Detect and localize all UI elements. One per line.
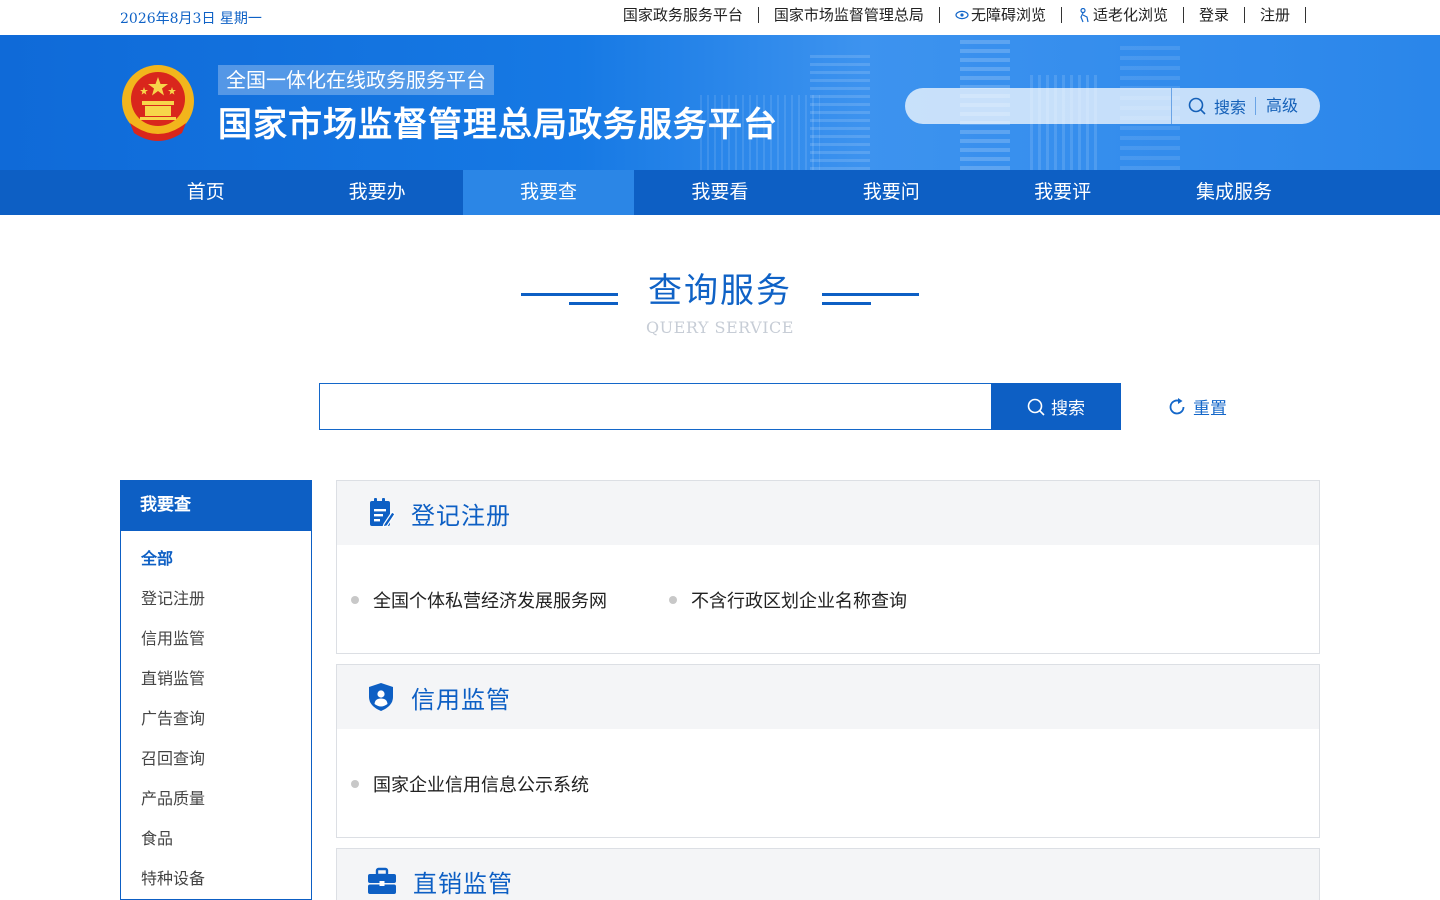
platform-subtitle: 全国一体化在线政务服务平台	[218, 65, 494, 95]
search-icon	[1188, 97, 1206, 115]
category-sidebar: 我要查 全部 登记注册 信用监管 直销监管 广告查询 召回查询 产品质量 食品 …	[120, 480, 312, 900]
link-label: 国家企业信用信息公示系统	[373, 775, 589, 796]
bullet-dot	[351, 596, 359, 604]
top-bar: 2026年8月3日 星期一 国家政务服务平台 国家市场监督管理总局 无障碍浏览 …	[0, 0, 1440, 35]
current-date: 2026年8月3日 星期一	[120, 11, 262, 27]
refresh-icon	[1169, 397, 1185, 414]
card-header: 登记注册	[337, 481, 1319, 545]
category-card-direct-selling: 直销监管	[336, 848, 1320, 900]
advanced-search-link[interactable]: 高级	[1255, 97, 1298, 115]
elderly-icon	[1080, 7, 1089, 22]
query-search-button[interactable]: 搜索	[991, 383, 1121, 430]
sidebar-item-product-quality[interactable]: 产品质量	[121, 779, 311, 819]
nav-view[interactable]: 我要看	[634, 170, 805, 215]
sidebar-item-credit[interactable]: 信用监管	[121, 619, 311, 659]
header-search-bar: 搜索 高级	[905, 88, 1320, 124]
card-header: 信用监管	[337, 665, 1319, 729]
link-samr[interactable]: 国家市场监督管理总局	[759, 7, 940, 23]
reset-label: 重置	[1193, 399, 1227, 419]
sidebar-title: 我要查	[120, 480, 312, 531]
sidebar-item-special-equipment[interactable]: 特种设备	[121, 859, 311, 899]
header-search-label: 搜索	[1214, 98, 1247, 117]
query-search-bar: 搜索	[319, 383, 1121, 430]
sidebar-item-advertising[interactable]: 广告查询	[121, 699, 311, 739]
bullet-dot	[351, 780, 359, 788]
card-title: 信用监管	[411, 685, 511, 714]
section-title: 查询服务	[648, 271, 792, 311]
sidebar-item-all[interactable]: 全部	[121, 539, 311, 579]
banner-decoration	[810, 55, 870, 170]
card-links: 国家企业信用信息公示系统	[337, 729, 1319, 797]
link-label: 全国个体私营经济发展服务网	[373, 591, 607, 612]
sidebar-item-food[interactable]: 食品	[121, 819, 311, 859]
card-title: 直销监管	[413, 869, 513, 898]
category-card-registration: 登记注册 全国个体私营经济发展服务网 不含行政区划企业名称查询	[336, 480, 1320, 654]
card-title: 登记注册	[411, 501, 511, 530]
card-links: 全国个体私营经济发展服务网 不含行政区划企业名称查询	[337, 545, 1319, 613]
query-search-input[interactable]	[319, 383, 991, 430]
sidebar-item-registration[interactable]: 登记注册	[121, 579, 311, 619]
login-link[interactable]: 登录	[1184, 7, 1245, 23]
platform-title: 国家市场监督管理总局政务服务平台	[218, 105, 778, 145]
registration-icon	[370, 498, 395, 528]
reset-button[interactable]: 重置	[1167, 394, 1227, 419]
link-national-gov-platform[interactable]: 国家政务服务平台	[623, 7, 759, 23]
search-divider	[1171, 88, 1172, 124]
card-header: 直销监管	[337, 849, 1319, 900]
link-private-economy-service[interactable]: 全国个体私营经济发展服务网	[351, 587, 607, 613]
nav-home[interactable]: 首页	[120, 170, 291, 215]
search-icon	[1027, 398, 1045, 416]
query-search-label: 搜索	[1051, 399, 1085, 419]
eye-icon	[955, 10, 969, 20]
link-enterprise-credit-system[interactable]: 国家企业信用信息公示系统	[351, 771, 589, 797]
accessibility-label: 无障碍浏览	[970, 6, 1046, 24]
nav-evaluate[interactable]: 我要评	[977, 170, 1148, 215]
link-enterprise-name-query[interactable]: 不含行政区划企业名称查询	[669, 587, 907, 613]
briefcase-icon	[368, 867, 396, 894]
register-link[interactable]: 注册	[1245, 7, 1306, 23]
link-elderly-mode[interactable]: 适老化浏览	[1062, 7, 1184, 23]
nav-integrated-services[interactable]: 集成服务	[1148, 170, 1319, 215]
elderly-label: 适老化浏览	[1092, 6, 1168, 24]
sidebar-item-recall[interactable]: 召回查询	[121, 739, 311, 779]
section-subtitle: QUERY SERVICE	[646, 318, 794, 337]
credit-shield-icon	[369, 683, 393, 711]
bullet-dot	[669, 596, 677, 604]
national-emblem-icon	[122, 65, 194, 141]
category-card-credit: 信用监管 国家企业信用信息公示系统	[336, 664, 1320, 838]
section-heading: 查询服务 QUERY SERVICE	[0, 268, 1440, 337]
header-banner: 全国一体化在线政务服务平台 国家市场监督管理总局政务服务平台 搜索 高级	[0, 35, 1440, 170]
header-search-input[interactable]	[905, 88, 1171, 124]
link-accessibility[interactable]: 无障碍浏览	[940, 7, 1062, 23]
nav-query[interactable]: 我要查	[462, 170, 635, 215]
sidebar-item-direct-selling[interactable]: 直销监管	[121, 659, 311, 699]
main-nav: 首页 我要办 我要查 我要看 我要问 我要评 集成服务	[0, 170, 1440, 215]
link-label: 不含行政区划企业名称查询	[691, 591, 907, 612]
nav-ask[interactable]: 我要问	[806, 170, 977, 215]
header-search-button[interactable]: 搜索	[1188, 94, 1246, 118]
nav-handle[interactable]: 我要办	[291, 170, 462, 215]
top-links: 国家政务服务平台 国家市场监督管理总局 无障碍浏览 适老化浏览 登录 注册	[623, 7, 1306, 23]
